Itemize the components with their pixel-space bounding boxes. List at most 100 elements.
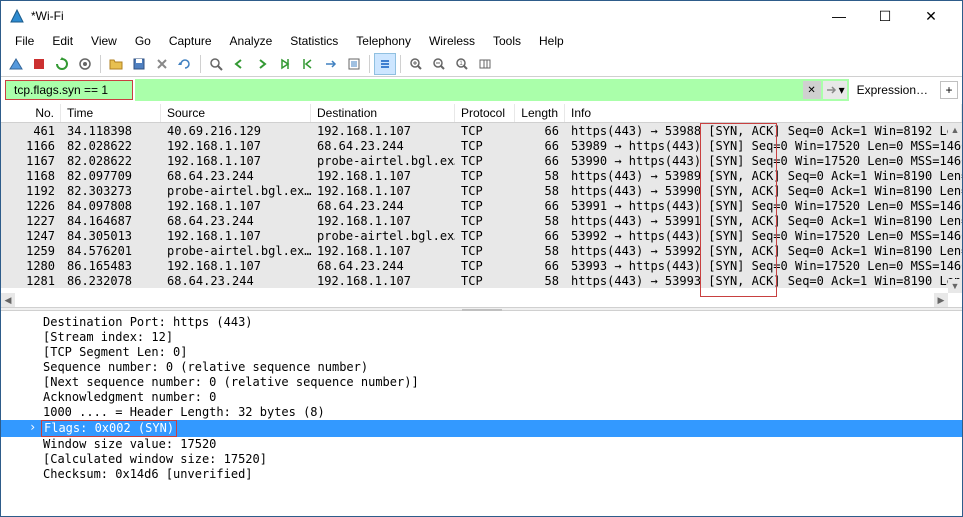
detail-line[interactable]: [Stream index: 12] <box>1 330 962 345</box>
cell-no: 1280 <box>1 259 61 273</box>
cell-length: 58 <box>515 274 565 288</box>
detail-line[interactable]: Flags: 0x002 (SYN) <box>1 420 962 437</box>
packet-row[interactable]: 116682.028622192.168.1.10768.64.23.244TC… <box>1 138 962 153</box>
stop-capture-button[interactable] <box>28 53 50 75</box>
cell-destination: 68.64.23.244 <box>311 139 455 153</box>
detail-line[interactable]: Checksum: 0x14d6 [unverified] <box>1 467 962 482</box>
colorize-button[interactable] <box>374 53 396 75</box>
reload-button[interactable] <box>174 53 196 75</box>
menubar: File Edit View Go Capture Analyze Statis… <box>1 31 962 51</box>
cell-source: 192.168.1.107 <box>161 199 311 213</box>
maximize-button[interactable]: ☐ <box>862 1 908 31</box>
packet-row[interactable]: 46134.11839840.69.216.129192.168.1.107TC… <box>1 123 962 138</box>
close-file-button[interactable] <box>151 53 173 75</box>
cell-source: 192.168.1.107 <box>161 259 311 273</box>
cell-info: https(443) → 53992 [SYN, ACK] Seq=0 Ack=… <box>565 244 962 258</box>
detail-line[interactable]: [TCP Segment Len: 0] <box>1 345 962 360</box>
start-capture-button[interactable] <box>5 53 27 75</box>
tcp-flags: [SYN] <box>708 154 744 168</box>
packet-row[interactable]: 116882.09770968.64.23.244192.168.1.107TC… <box>1 168 962 183</box>
cell-time: 82.028622 <box>61 139 161 153</box>
menu-edit[interactable]: Edit <box>44 32 81 50</box>
cell-source: probe-airtel.bgl.ex… <box>161 184 311 198</box>
detail-line[interactable]: 1000 .... = Header Length: 32 bytes (8) <box>1 405 962 420</box>
go-last-button[interactable] <box>320 53 342 75</box>
cell-time: 84.305013 <box>61 229 161 243</box>
cell-length: 58 <box>515 169 565 183</box>
menu-help[interactable]: Help <box>531 32 572 50</box>
cell-protocol: TCP <box>455 229 515 243</box>
zoom-in-button[interactable] <box>405 53 427 75</box>
titlebar: *Wi-Fi — ☐ ✕ <box>1 1 962 31</box>
filter-clear-button[interactable]: ✕ <box>803 81 821 99</box>
col-header-length[interactable]: Length <box>515 104 565 122</box>
resize-columns-button[interactable] <box>474 53 496 75</box>
capture-options-button[interactable] <box>74 53 96 75</box>
menu-analyze[interactable]: Analyze <box>222 32 281 50</box>
restart-capture-button[interactable] <box>51 53 73 75</box>
packet-row[interactable]: 122684.097808192.168.1.10768.64.23.244TC… <box>1 198 962 213</box>
col-header-protocol[interactable]: Protocol <box>455 104 515 122</box>
menu-file[interactable]: File <box>7 32 42 50</box>
detail-line[interactable]: Window size value: 17520 <box>1 437 962 452</box>
cell-source: 192.168.1.107 <box>161 229 311 243</box>
menu-statistics[interactable]: Statistics <box>282 32 346 50</box>
auto-scroll-button[interactable] <box>343 53 365 75</box>
find-packet-button[interactable] <box>205 53 227 75</box>
packet-detail-pane[interactable]: Destination Port: https (443)[Stream ind… <box>1 311 962 507</box>
col-header-time[interactable]: Time <box>61 104 161 122</box>
close-button[interactable]: ✕ <box>908 1 954 31</box>
menu-wireless[interactable]: Wireless <box>421 32 483 50</box>
cell-info: https(443) → 53990 [SYN, ACK] Seq=0 Ack=… <box>565 184 962 198</box>
detail-line[interactable]: [Calculated window size: 17520] <box>1 452 962 467</box>
vscroll-down-icon[interactable]: ▼ <box>948 279 962 293</box>
cell-destination: 192.168.1.107 <box>311 214 455 228</box>
expression-button[interactable]: Expression… <box>851 81 934 99</box>
go-to-packet-button[interactable] <box>274 53 296 75</box>
menu-capture[interactable]: Capture <box>161 32 220 50</box>
cell-info: 53990 → https(443) [SYN] Seq=0 Win=17520… <box>565 154 962 168</box>
filter-apply-button[interactable]: ▾ <box>823 81 847 99</box>
save-button[interactable] <box>128 53 150 75</box>
packet-list-body[interactable]: 46134.11839840.69.216.129192.168.1.107TC… <box>1 123 962 307</box>
menu-go[interactable]: Go <box>127 32 159 50</box>
tcp-flags: [SYN, ACK] <box>708 244 780 258</box>
display-filter-wrap <box>5 80 133 100</box>
display-filter-input[interactable] <box>10 81 173 99</box>
zoom-reset-button[interactable]: 1 <box>451 53 473 75</box>
packet-row[interactable]: 116782.028622192.168.1.107probe-airtel.b… <box>1 153 962 168</box>
cell-no: 1167 <box>1 154 61 168</box>
open-file-button[interactable] <box>105 53 127 75</box>
zoom-out-button[interactable] <box>428 53 450 75</box>
minimize-button[interactable]: — <box>816 1 862 31</box>
add-filter-button[interactable]: + <box>940 81 958 99</box>
cell-source: 68.64.23.244 <box>161 214 311 228</box>
cell-no: 1259 <box>1 244 61 258</box>
packet-row[interactable]: 128186.23207868.64.23.244192.168.1.107TC… <box>1 273 962 288</box>
menu-view[interactable]: View <box>83 32 125 50</box>
col-header-source[interactable]: Source <box>161 104 311 122</box>
packet-row[interactable]: 122784.16468768.64.23.244192.168.1.107TC… <box>1 213 962 228</box>
packet-row[interactable]: 124784.305013192.168.1.107probe-airtel.b… <box>1 228 962 243</box>
hscroll-left-icon[interactable]: ◀ <box>1 293 15 307</box>
menu-tools[interactable]: Tools <box>485 32 529 50</box>
detail-line[interactable]: Acknowledgment number: 0 <box>1 390 962 405</box>
cell-info: https(443) → 53989 [SYN, ACK] Seq=0 Ack=… <box>565 169 962 183</box>
go-first-button[interactable] <box>297 53 319 75</box>
detail-line[interactable]: Destination Port: https (443) <box>1 315 962 330</box>
hscroll-right-icon[interactable]: ▶ <box>934 293 948 307</box>
menu-telephony[interactable]: Telephony <box>348 32 419 50</box>
packet-row[interactable]: 128086.165483192.168.1.10768.64.23.244TC… <box>1 258 962 273</box>
detail-line[interactable]: Sequence number: 0 (relative sequence nu… <box>1 360 962 375</box>
tcp-flags: [SYN] <box>708 259 744 273</box>
detail-line[interactable]: [Next sequence number: 0 (relative seque… <box>1 375 962 390</box>
col-header-destination[interactable]: Destination <box>311 104 455 122</box>
col-header-no[interactable]: No. <box>1 104 61 122</box>
cell-protocol: TCP <box>455 169 515 183</box>
col-header-info[interactable]: Info <box>565 104 962 122</box>
vscroll-up-icon[interactable]: ▲ <box>948 123 962 137</box>
packet-row[interactable]: 119282.303273probe-airtel.bgl.ex…192.168… <box>1 183 962 198</box>
go-forward-button[interactable] <box>251 53 273 75</box>
go-back-button[interactable] <box>228 53 250 75</box>
packet-row[interactable]: 125984.576201probe-airtel.bgl.ex…192.168… <box>1 243 962 258</box>
